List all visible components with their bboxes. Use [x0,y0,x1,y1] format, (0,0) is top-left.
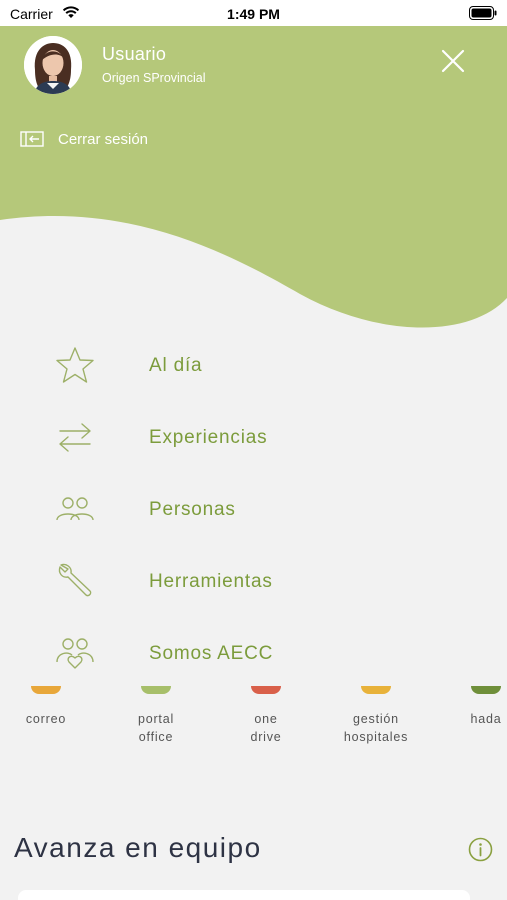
wrench-icon [54,563,96,599]
menu-item-label: Personas [149,499,236,520]
people-icon [54,491,96,527]
star-icon [54,347,96,383]
app-one-drive[interactable]: one drive [216,686,316,746]
menu-item-somos-aecc[interactable]: Somos AECC [0,623,507,683]
menu-item-label: Herramientas [149,571,273,592]
app-label: gestión hospitales [343,712,409,744]
app-gestion-hospitales[interactable]: gestión hospitales [326,686,426,746]
user-origin: Origen SProvincial [102,71,206,85]
menu-item-experiencias[interactable]: Experiencias [0,407,507,467]
close-icon [441,49,465,73]
info-icon [468,837,493,862]
logout-button[interactable]: Cerrar sesión [20,128,148,150]
app-label: hada [470,712,502,726]
app-hada[interactable]: hada [436,686,507,728]
menu-item-label: Experiencias [149,427,268,448]
app-portal-office[interactable]: portal office [106,686,206,746]
people-heart-icon [54,635,96,671]
app-label: portal office [137,712,175,744]
team-card[interactable] [18,890,470,900]
app-shortcuts: correo portal office one drive gestión h… [0,686,507,756]
app-color-bar [141,686,171,694]
app-color-bar [31,686,61,694]
app-color-bar [471,686,501,694]
menu-item-label: Somos AECC [149,643,274,664]
section-title: Avanza en equipo [14,832,262,863]
app-correo[interactable]: correo [0,686,96,728]
menu-item-label: Al día [149,355,203,376]
logout-label: Cerrar sesión [58,130,149,148]
user-name: Usuario [102,44,167,64]
app-label: one drive [250,712,282,744]
avatar [24,36,82,94]
status-bar: Carrier 1:49 PM [0,0,507,26]
arrows-exchange-icon [54,419,96,455]
info-button[interactable] [468,837,493,862]
menu-item-al-dia[interactable]: Al día [0,335,507,395]
status-time: 1:49 PM [227,6,280,22]
menu-item-herramientas[interactable]: Herramientas [0,551,507,611]
app-color-bar [361,686,391,694]
close-button[interactable] [438,46,468,76]
user-avatar-image [24,36,82,94]
app-color-bar [251,686,281,694]
battery-icon [469,6,497,20]
menu-item-personas[interactable]: Personas [0,479,507,539]
logout-icon [20,131,44,147]
app-label: correo [25,712,67,726]
